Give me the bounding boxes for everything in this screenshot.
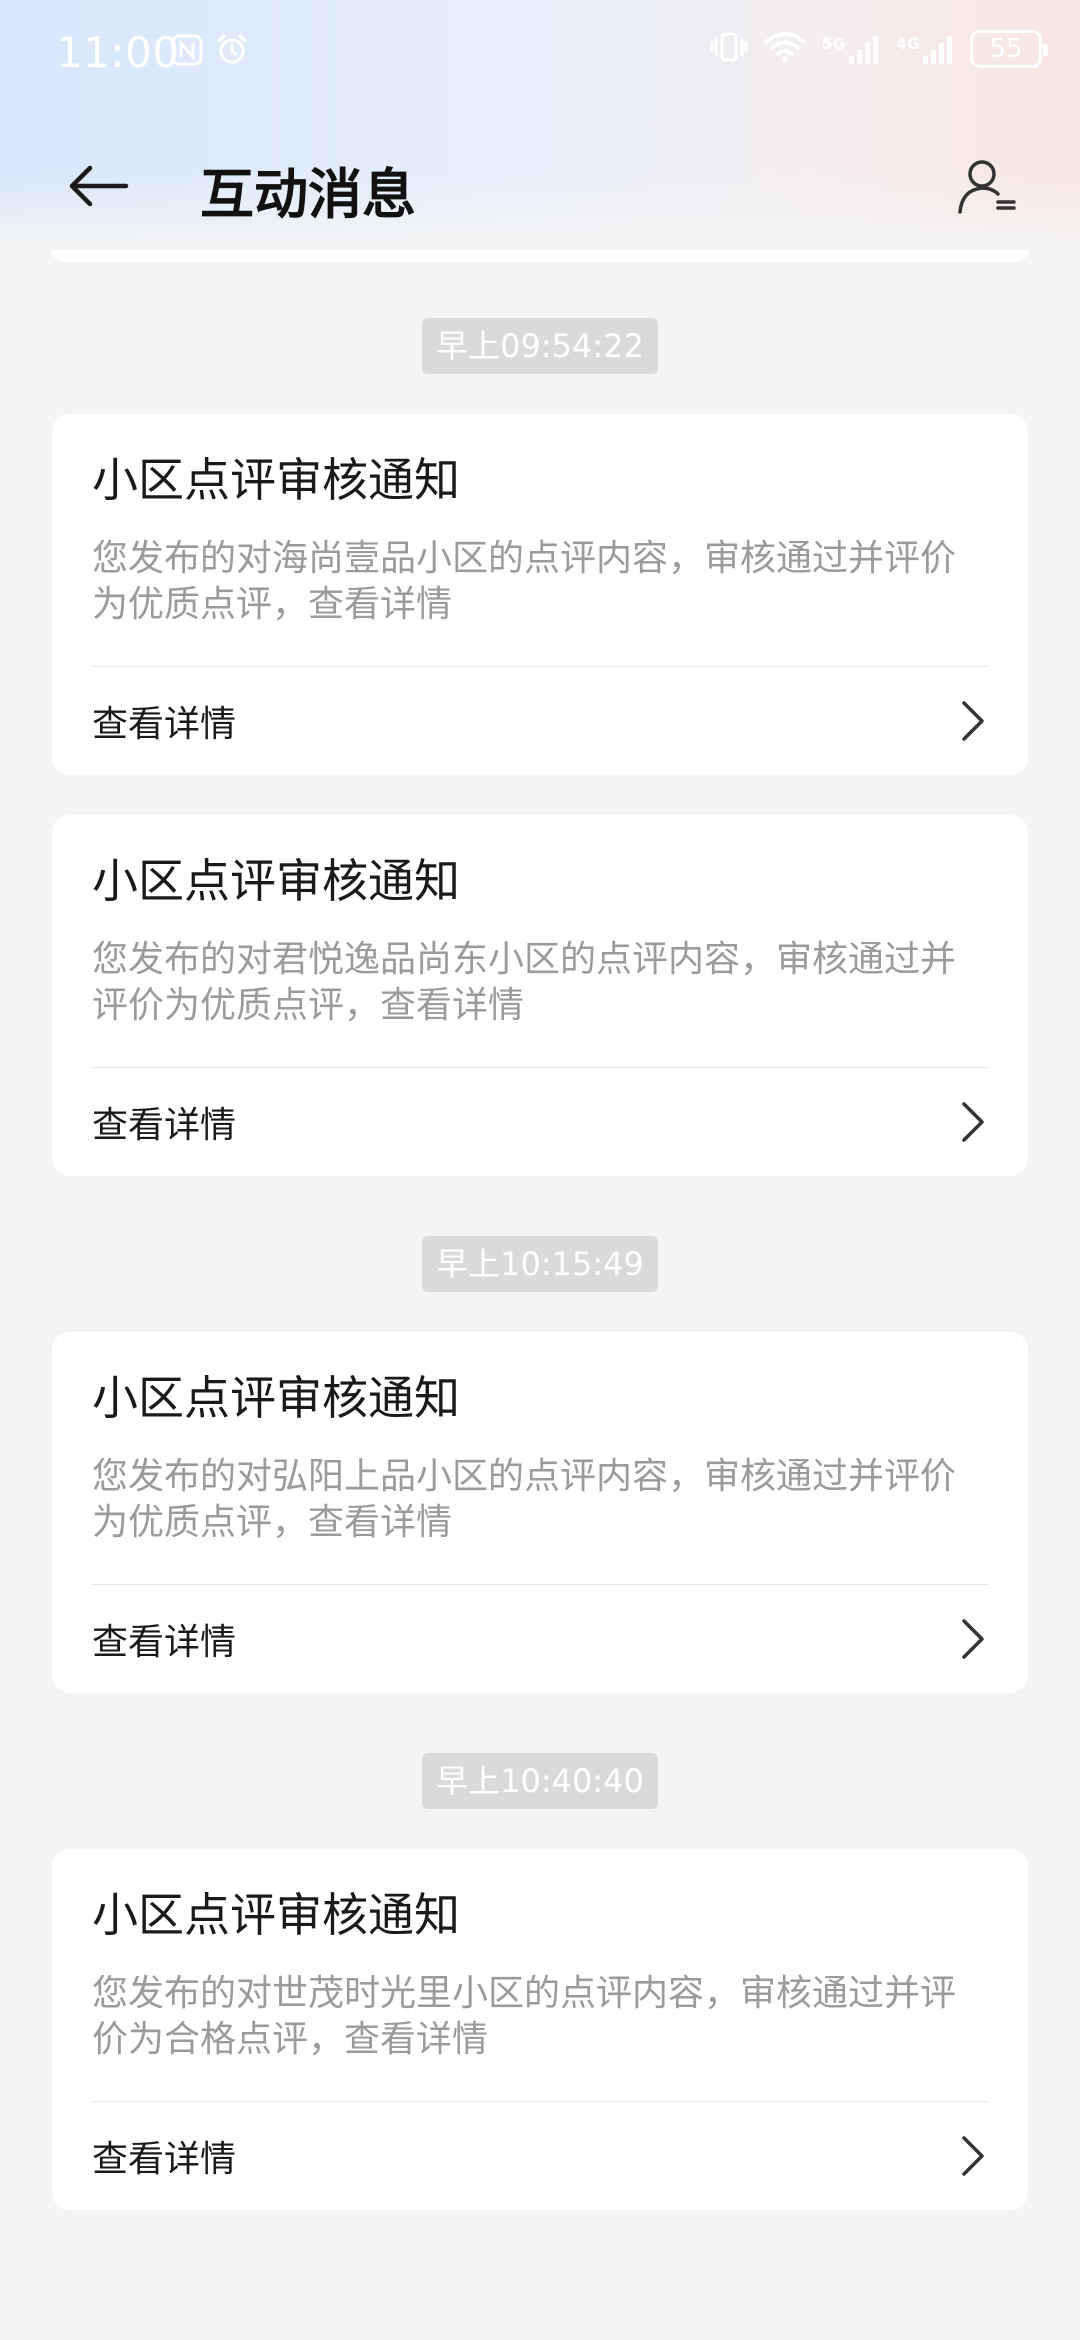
view-details-label: 查看详情 <box>92 1105 237 1146</box>
card-title: 小区点评审核通知 <box>92 854 460 908</box>
previous-card-edge <box>52 250 1028 262</box>
chevron-right-icon <box>958 698 988 744</box>
time-chip: 早上09:54:22 <box>422 318 658 374</box>
view-details-label: 查看详情 <box>92 1622 237 1663</box>
card-description: 您发布的对海尚壹品小区的点评内容，审核通过并评价为优质点评，查看详情 <box>92 536 988 667</box>
card-description: 您发布的对君悦逸品尚东小区的点评内容，审核通过并评价为优质点评，查看详情 <box>92 937 988 1068</box>
back-button[interactable] <box>60 148 136 224</box>
chevron-right-icon <box>958 1616 988 1662</box>
view-details-row[interactable]: 查看详情 <box>92 1585 988 1693</box>
view-details-row[interactable]: 查看详情 <box>92 2102 988 2210</box>
card-description: 您发布的对弘阳上品小区的点评内容，审核通过并评价为优质点评，查看详情 <box>92 1454 988 1585</box>
card-title: 小区点评审核通知 <box>92 1371 460 1425</box>
vibrate-icon <box>709 30 749 68</box>
notification-card[interactable]: 小区点评审核通知 您发布的对世茂时光里小区的点评内容，审核通过并评价为合格点评，… <box>52 1849 1028 2210</box>
signal-5g-label: 5G <box>821 34 846 53</box>
view-details-row[interactable]: 查看详情 <box>92 1068 988 1176</box>
chevron-right-icon <box>958 2133 988 2179</box>
status-bar: 11:00 5G 4G 55 <box>0 0 1080 108</box>
screen: 11:00 5G 4G 55 互动消息 早上09:54:22 小区点评审核通知 … <box>0 0 1080 2340</box>
chevron-right-icon <box>958 1099 988 1145</box>
signal-5g-icon: 5G <box>821 34 881 64</box>
view-details-label: 查看详情 <box>92 704 237 745</box>
page-title: 互动消息 <box>200 163 416 226</box>
app-header: 互动消息 <box>0 130 1080 240</box>
profile-button[interactable] <box>948 148 1024 224</box>
status-left-icons <box>170 32 250 72</box>
time-chip: 早上10:40:40 <box>422 1753 658 1809</box>
notification-card[interactable]: 小区点评审核通知 您发布的对弘阳上品小区的点评内容，审核通过并评价为优质点评，查… <box>52 1332 1028 1693</box>
time-chip: 早上10:15:49 <box>422 1236 658 1292</box>
card-title: 小区点评审核通知 <box>92 453 460 507</box>
view-details-row[interactable]: 查看详情 <box>92 667 988 775</box>
arrow-left-icon <box>69 165 129 207</box>
status-right-icons: 5G 4G 55 <box>709 30 1048 68</box>
signal-4g-icon: 4G <box>896 34 956 64</box>
card-description: 您发布的对世茂时光里小区的点评内容，审核通过并评价为合格点评，查看详情 <box>92 1971 988 2102</box>
view-details-label: 查看详情 <box>92 2139 237 2180</box>
status-time: 11:00 <box>56 28 180 77</box>
user-settings-icon <box>958 160 1016 214</box>
card-title: 小区点评审核通知 <box>92 1888 460 1942</box>
nfc-icon <box>170 33 204 71</box>
notification-card[interactable]: 小区点评审核通知 您发布的对海尚壹品小区的点评内容，审核通过并评价为优质点评，查… <box>52 414 1028 775</box>
alarm-icon <box>214 32 250 72</box>
message-list[interactable]: 早上09:54:22 小区点评审核通知 您发布的对海尚壹品小区的点评内容，审核通… <box>0 318 1080 2210</box>
signal-4g-label: 4G <box>895 34 920 53</box>
notification-card[interactable]: 小区点评审核通知 您发布的对君悦逸品尚东小区的点评内容，审核通过并评价为优质点评… <box>52 815 1028 1176</box>
wifi-icon <box>763 30 807 68</box>
battery-level: 55 <box>989 34 1023 64</box>
battery-icon: 55 <box>970 30 1048 68</box>
